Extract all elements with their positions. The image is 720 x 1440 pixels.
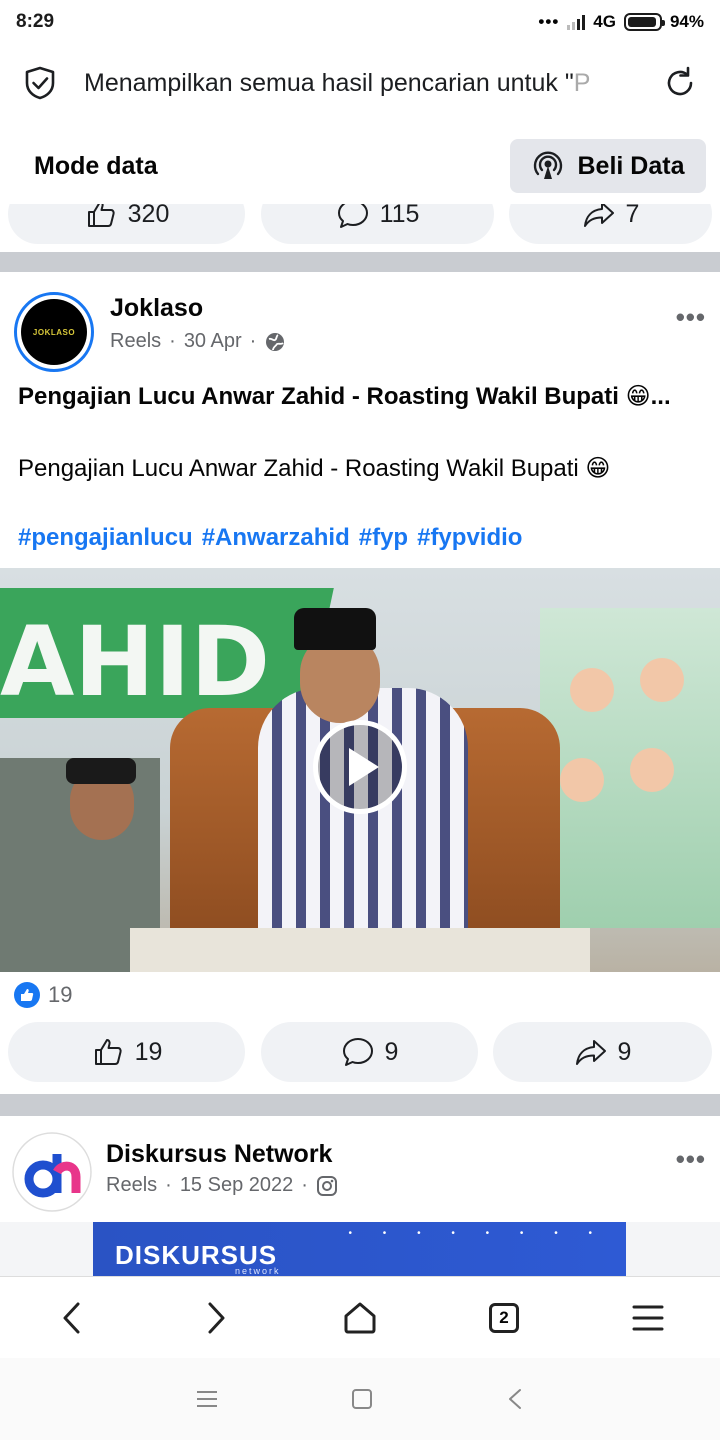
previous-post-actions: 320 115 7 [0, 204, 720, 252]
comment-icon [342, 1038, 373, 1066]
globe-icon [266, 332, 285, 351]
avatar[interactable] [12, 1132, 92, 1212]
banner-subtext: network [235, 1266, 281, 1276]
hashtag-link[interactable]: #fyp [359, 524, 408, 552]
instagram-icon [316, 1175, 337, 1196]
share-button[interactable]: 9 [493, 1022, 712, 1082]
home-square-icon[interactable] [350, 1387, 374, 1411]
chevron-right-icon [208, 1302, 225, 1333]
search-query-fade: P [573, 68, 591, 97]
hashtag-link[interactable]: #fypvidio [417, 524, 522, 552]
back-triangle-icon[interactable] [505, 1387, 525, 1411]
like-reaction-icon [14, 982, 40, 1008]
chevron-left-icon [63, 1302, 80, 1333]
reaction-count: 19 [48, 982, 73, 1007]
diskursus-banner: DISKURSUS network • • • • • • • • [93, 1222, 626, 1276]
hamburger-menu-icon [632, 1305, 664, 1330]
thumbs-up-icon [87, 204, 115, 227]
back-button[interactable] [42, 1288, 102, 1348]
hashtag-link[interactable]: #pengajianlucu [18, 524, 193, 552]
like-button[interactable]: 320 [8, 204, 245, 244]
share-count: 7 [625, 204, 640, 228]
like-button[interactable]: 19 [8, 1022, 245, 1082]
share-button[interactable]: 7 [509, 204, 712, 244]
post-date: 30 Apr [183, 330, 242, 352]
video-thumbnail[interactable]: AHID [0, 568, 720, 972]
post-meta: Reels · 30 Apr · [110, 330, 286, 353]
more-options-icon[interactable]: ••• [676, 1144, 706, 1175]
hashtag-link[interactable]: #Anwarzahid [202, 524, 350, 552]
menu-button[interactable] [618, 1288, 678, 1348]
hashtags: #pengajianlucu #Anwarzahid #fyp #fypvidi… [18, 524, 522, 552]
comment-icon [337, 204, 368, 228]
reaction-summary[interactable]: 19 [14, 982, 72, 1008]
post-header: JOKLASO Joklaso Reels · 30 Apr · ••• [0, 272, 720, 372]
signal-icon [567, 14, 586, 30]
browser-navigation-bar: 2 [0, 1276, 720, 1358]
banner-dots: • • • • • • • • [348, 1228, 606, 1239]
author-name[interactable]: Joklaso [110, 294, 203, 323]
post-joklaso: JOKLASO Joklaso Reels · 30 Apr · ••• Penga… [0, 272, 720, 1094]
broadcast-icon [533, 151, 562, 179]
forward-button[interactable] [186, 1288, 246, 1348]
buy-data-label: Beli Data [577, 151, 685, 180]
post-title[interactable]: Pengajian Lucu Anwar Zahid - Roasting Wa… [18, 380, 708, 414]
post-source: Reels [106, 1174, 158, 1196]
share-count: 9 [617, 1037, 632, 1066]
shield-check-icon [25, 66, 55, 100]
mode-data-title: Mode data [34, 151, 158, 180]
officer-cap [66, 758, 136, 784]
search-results-feed[interactable]: 320 115 7 JOKLASO Joklaso Reels · 30 Apr ·… [0, 204, 720, 1276]
share-icon [575, 1040, 606, 1065]
video-thumbnail[interactable]: DISKURSUS network • • • • • • • • [0, 1222, 720, 1276]
battery-icon [623, 13, 665, 31]
mode-data-row: Mode data Beli Data [0, 130, 720, 202]
table [130, 928, 590, 972]
post-body: Pengajian Lucu Anwar Zahid - Roasting Wa… [18, 455, 611, 482]
tab-count: 2 [489, 1302, 519, 1333]
reload-icon[interactable] [662, 65, 698, 101]
avatar[interactable]: JOKLASO [14, 292, 94, 372]
background-audience [540, 608, 720, 928]
like-count: 19 [134, 1037, 163, 1066]
post-source: Reels [110, 330, 162, 352]
search-query-text[interactable]: Menampilkan semua hasil pencarian untuk … [84, 69, 646, 98]
tabs-button[interactable]: 2 [474, 1288, 534, 1348]
play-button-icon[interactable] [313, 720, 407, 814]
status-icons: ••• 4G 94% [538, 12, 704, 32]
comment-button[interactable]: 9 [261, 1022, 478, 1082]
comment-count: 9 [384, 1037, 399, 1066]
search-query-main: Menampilkan semua hasil pencarian untuk … [84, 68, 574, 97]
avatar-logo-text: JOKLASO [21, 299, 87, 365]
home-button[interactable] [330, 1288, 390, 1348]
more-options-icon[interactable]: ••• [676, 302, 706, 333]
network-type: 4G [593, 12, 616, 31]
battery-percent: 94% [669, 12, 704, 31]
recent-apps-icon[interactable] [195, 1389, 219, 1409]
search-results-bar: Menampilkan semua hasil pencarian untuk … [0, 50, 720, 116]
buy-data-button[interactable]: Beli Data [510, 139, 706, 193]
like-count: 320 [127, 204, 170, 228]
banner-text: AHID [0, 606, 271, 718]
more-notifications-icon: ••• [538, 12, 560, 31]
share-icon [583, 204, 614, 227]
post-header: Diskursus Network Reels · 15 Sep 2022 · ••… [0, 1116, 720, 1216]
home-icon [344, 1302, 376, 1333]
thumbs-up-icon [94, 1039, 122, 1065]
comment-count: 115 [379, 204, 420, 228]
comment-button[interactable]: 115 [261, 204, 494, 244]
status-bar: 8:29 ••• 4G 94% [0, 0, 720, 44]
post-meta: Reels · 15 Sep 2022 · [106, 1174, 338, 1197]
speaker-cap [294, 608, 376, 650]
status-time: 8:29 [16, 11, 55, 32]
post-diskursus: Diskursus Network Reels · 15 Sep 2022 · ••… [0, 1116, 720, 1276]
system-navigation-bar [0, 1358, 720, 1440]
post-date: 15 Sep 2022 [179, 1174, 294, 1196]
author-name[interactable]: Diskursus Network [106, 1140, 332, 1169]
